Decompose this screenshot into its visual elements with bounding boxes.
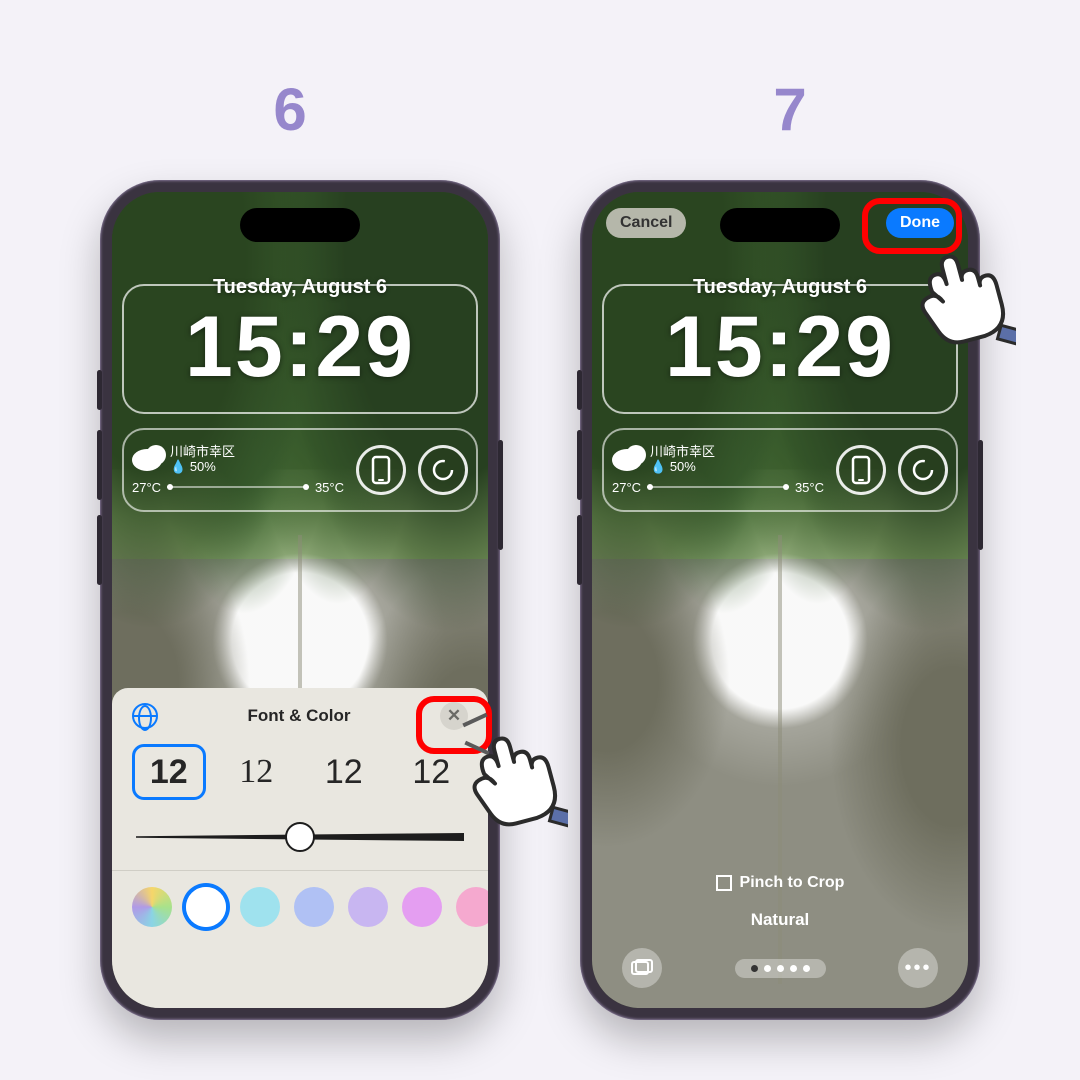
color-swatch-rainbow[interactable] <box>132 887 172 927</box>
phone-icon <box>370 455 392 485</box>
tap-spark <box>468 712 518 762</box>
cancel-button[interactable]: Cancel <box>606 208 686 238</box>
volume-down-button <box>577 515 582 585</box>
color-swatch-3[interactable] <box>240 887 280 927</box>
temp-high: 35°C <box>315 480 344 495</box>
weather-location: 川崎市幸区 <box>650 445 715 459</box>
weather-location: 川崎市幸区 <box>170 445 235 459</box>
cloud-icon <box>612 449 642 471</box>
lockscreen-widgets[interactable]: 川崎市幸区 💧 50% 27°C 35°C <box>612 432 948 508</box>
phone-frame-right: Cancel Done Tuesday, August 6 15:29 川崎市幸… <box>580 180 980 1020</box>
temp-range-line <box>647 486 789 488</box>
font-options-row: 12 12 12 12 <box>112 738 488 812</box>
lockscreen-date[interactable]: Tuesday, August 6 <box>592 276 968 299</box>
side-button <box>978 440 983 550</box>
cloud-icon <box>132 449 162 471</box>
font-option-4[interactable]: 12 <box>395 744 468 800</box>
lockscreen-widgets[interactable]: 川崎市幸区 💧 50% 27°C 35°C <box>132 432 468 508</box>
volume-down-button <box>97 515 102 585</box>
lockscreen-time[interactable]: 15:29 <box>112 298 488 397</box>
pinch-to-crop-hint: Pinch to Crop <box>716 874 845 892</box>
volume-up-button <box>577 430 582 500</box>
phone-frame-left: Tuesday, August 6 15:29 川崎市幸区 💧 50% 27°C <box>100 180 500 1020</box>
weight-slider[interactable] <box>136 822 464 852</box>
font-color-sheet: Font & Color ✕ 12 12 12 12 <box>112 688 488 1008</box>
photos-button[interactable] <box>622 948 662 988</box>
ellipsis-icon: ••• <box>904 957 931 980</box>
timer-widget[interactable] <box>418 445 468 495</box>
temp-low: 27°C <box>612 480 641 495</box>
phone-icon <box>850 455 872 485</box>
globe-icon[interactable] <box>132 703 158 729</box>
lockscreen-date[interactable]: Tuesday, August 6 <box>112 276 488 299</box>
phone-screen-left: Tuesday, August 6 15:29 川崎市幸区 💧 50% 27°C <box>112 192 488 1008</box>
timer-icon <box>911 458 935 482</box>
style-label: Natural <box>751 910 810 930</box>
color-swatch-4[interactable] <box>294 887 334 927</box>
font-option-3[interactable]: 12 <box>307 744 380 800</box>
timer-widget[interactable] <box>898 445 948 495</box>
color-swatch-white-selected[interactable] <box>186 887 226 927</box>
temp-low: 27°C <box>132 480 161 495</box>
more-button[interactable]: ••• <box>898 948 938 988</box>
weather-widget[interactable]: 川崎市幸区 💧 50% 27°C 35°C <box>612 445 824 495</box>
step-number-6: 6 <box>240 75 340 144</box>
mute-switch <box>577 370 582 410</box>
tutorial-stage: 6 7 Tuesday, August 6 15:29 川崎市幸区 <box>0 0 1080 1080</box>
done-button[interactable]: Done <box>886 208 954 238</box>
crop-icon <box>716 875 732 891</box>
rotation-lock-widget[interactable] <box>356 445 406 495</box>
sheet-title: Font & Color <box>248 706 351 726</box>
volume-up-button <box>97 430 102 500</box>
timer-icon <box>431 458 455 482</box>
rotation-lock-widget[interactable] <box>836 445 886 495</box>
step-number-7: 7 <box>740 75 840 144</box>
temp-range-line <box>167 486 309 488</box>
weather-widget[interactable]: 川崎市幸区 💧 50% 27°C 35°C <box>132 445 344 495</box>
phone-screen-right: Cancel Done Tuesday, August 6 15:29 川崎市幸… <box>592 192 968 1008</box>
font-option-1[interactable]: 12 <box>132 744 206 800</box>
side-button <box>498 440 503 550</box>
color-swatch-row <box>112 871 488 943</box>
color-swatch-5[interactable] <box>348 887 388 927</box>
photos-icon <box>631 959 653 977</box>
page-indicator[interactable] <box>735 959 826 978</box>
mute-switch <box>97 370 102 410</box>
close-icon: ✕ <box>447 706 461 726</box>
lockscreen-time[interactable]: 15:29 <box>592 298 968 397</box>
temp-high: 35°C <box>795 480 824 495</box>
color-swatch-7[interactable] <box>456 887 488 927</box>
weather-humidity: 💧 50% <box>170 460 235 474</box>
dynamic-island <box>240 208 360 242</box>
slider-thumb[interactable] <box>285 822 315 852</box>
weather-humidity: 💧 50% <box>650 460 715 474</box>
font-option-2[interactable]: 12 <box>220 744 293 800</box>
color-swatch-6[interactable] <box>402 887 442 927</box>
